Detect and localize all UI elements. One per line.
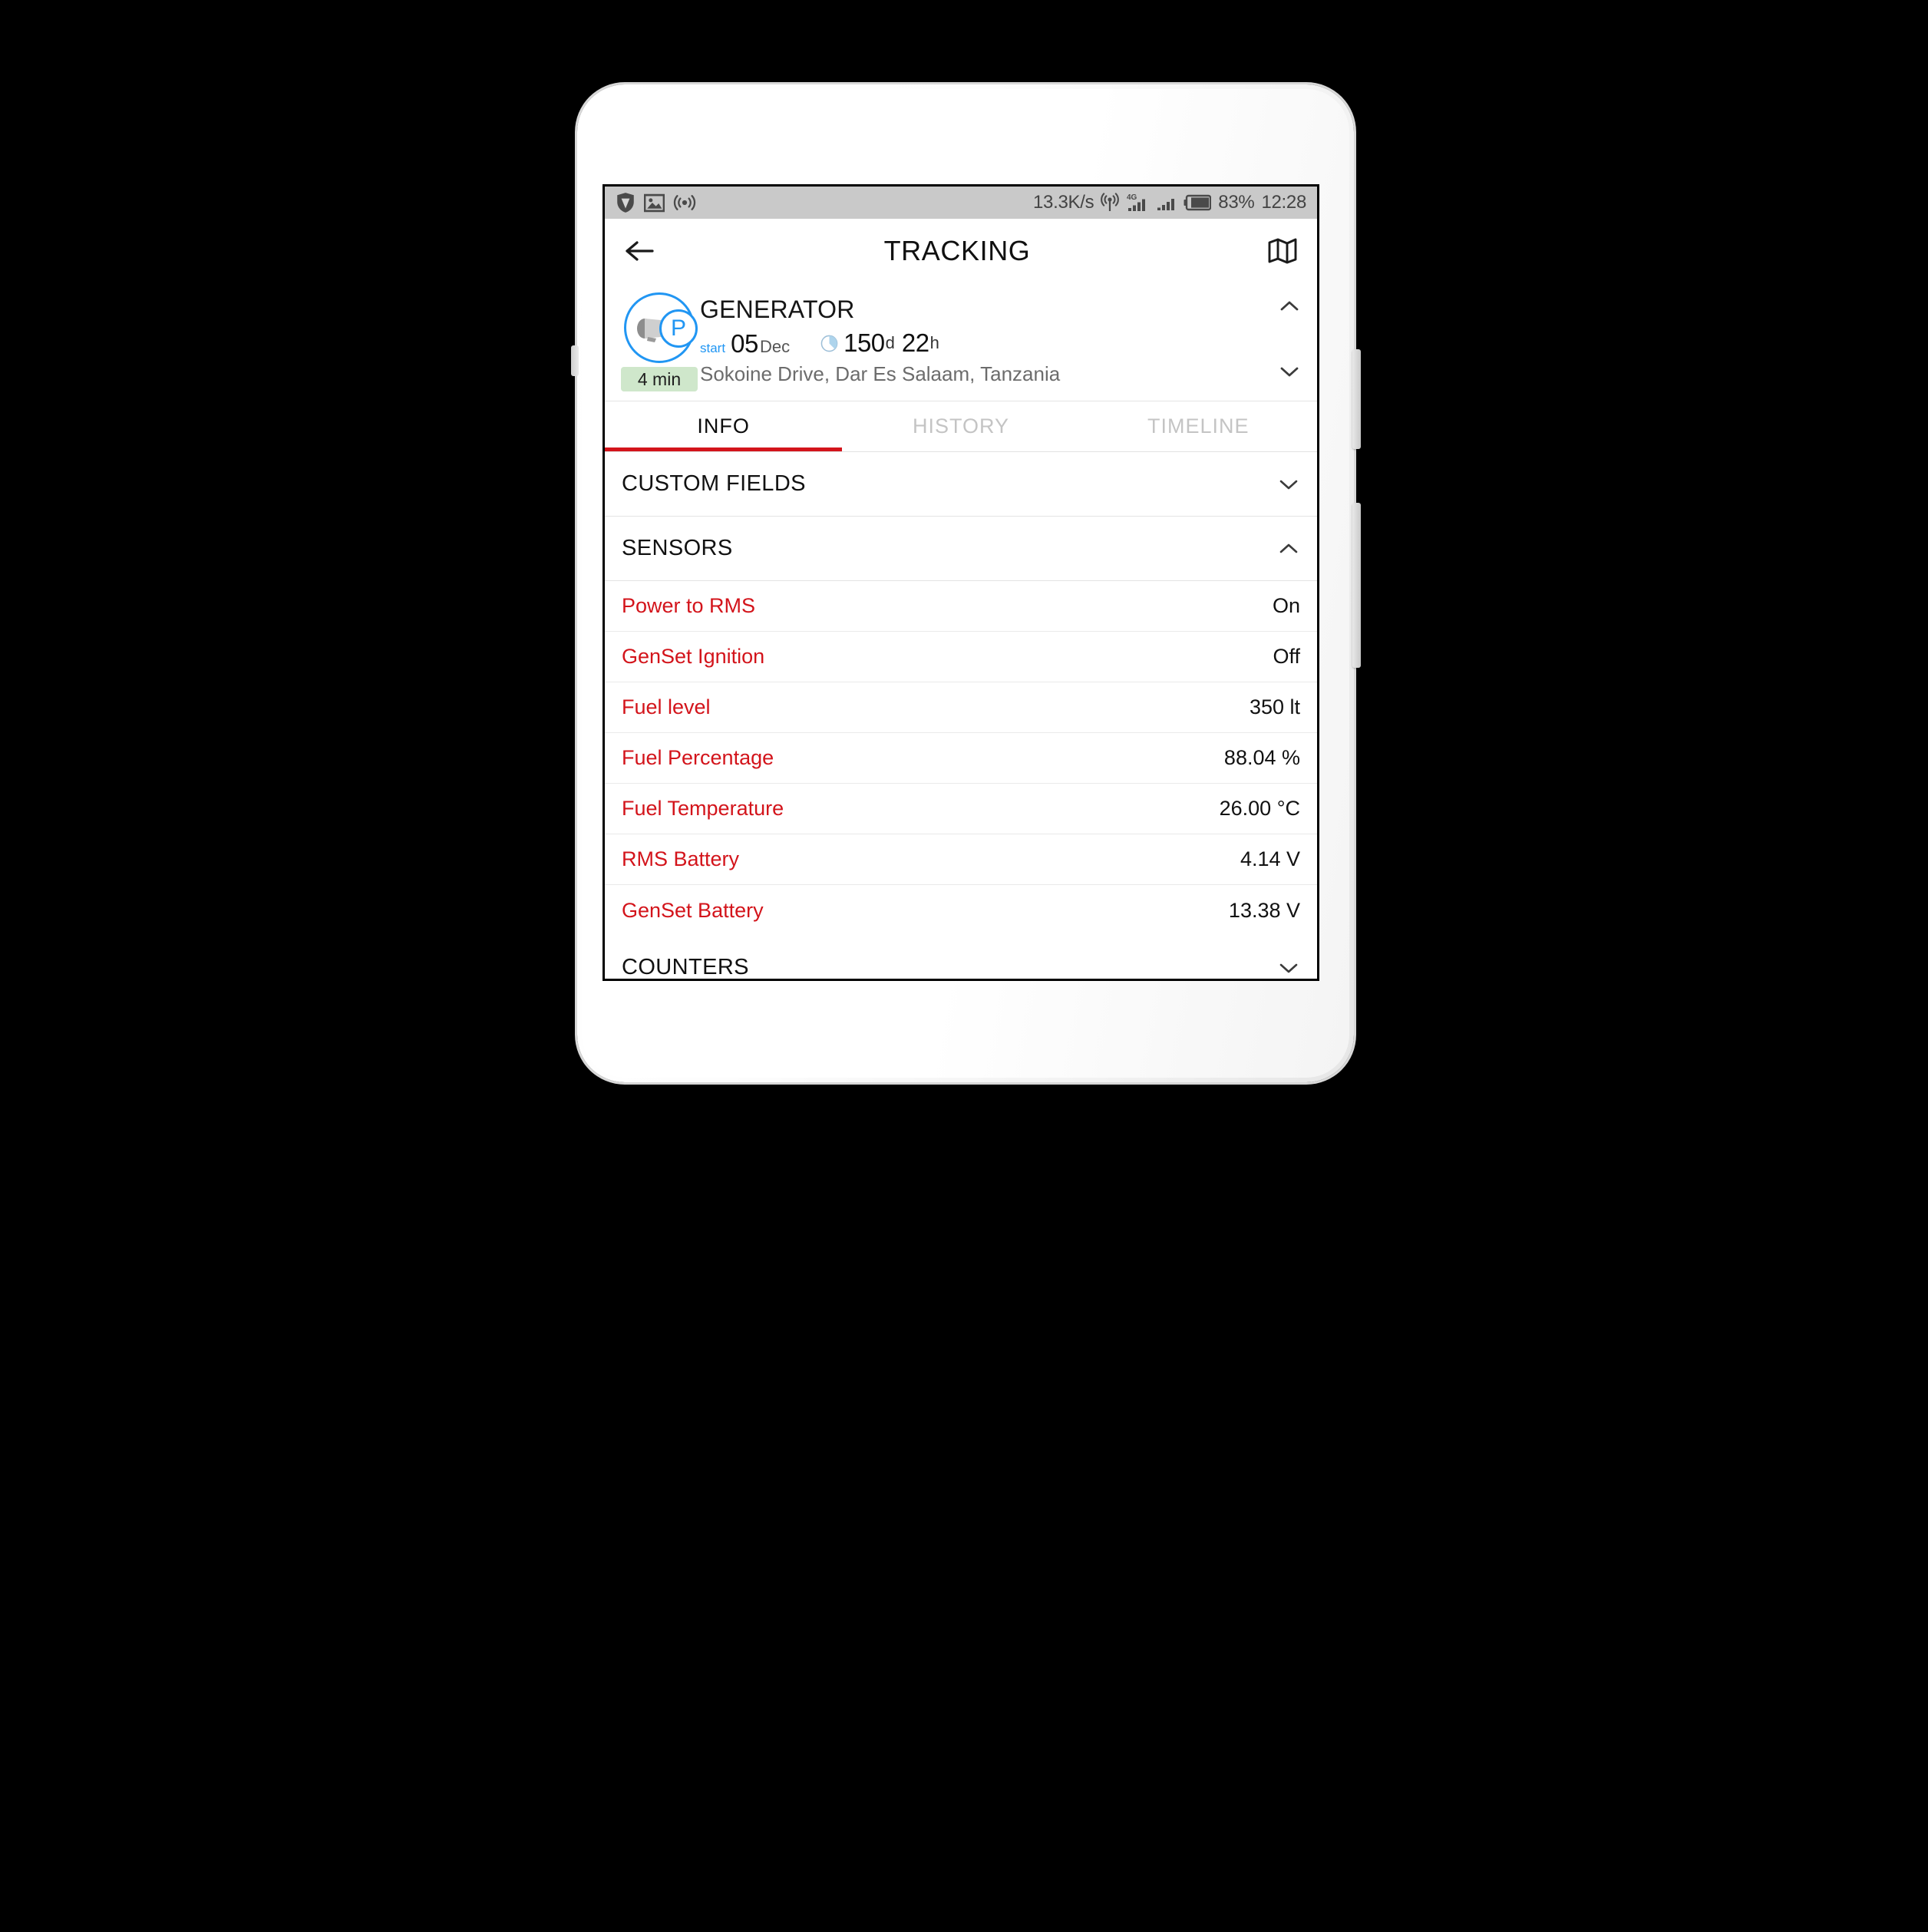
table-row[interactable]: Fuel Percentage 88.04 % [605,733,1317,784]
table-row[interactable]: Fuel level 350 lt [605,682,1317,733]
status-bar-left-icons [616,192,696,213]
chevron-down-icon [1277,956,1300,979]
pie-clock-icon [820,335,838,352]
signal-4g-icon: 4G [1127,193,1146,211]
status-bar-right-icons: 13.3K/s 4G 83% 12:28 [1033,192,1306,213]
battery-icon [1184,194,1212,211]
sensor-label: Fuel Percentage [622,746,774,769]
status-bar: 13.3K/s 4G 83% 12:28 [605,187,1317,219]
chevron-down-icon [1277,473,1300,496]
shield-icon [617,193,634,213]
hotspot-icon [1101,193,1120,211]
section-label-counters: COUNTERS [622,955,749,979]
sensor-value: Off [1273,645,1300,668]
broadcast-icon [673,195,696,210]
sensor-value: 13.38 V [1228,898,1300,922]
sensor-value: On [1272,594,1300,617]
chevron-down-icon[interactable] [1278,364,1301,379]
svg-text:4G: 4G [1127,193,1137,202]
avatar[interactable]: P [624,292,698,363]
duration-hours: 22 [901,329,929,357]
table-row[interactable]: Power to RMS On [605,581,1317,632]
section-label-custom-fields: CUSTOM FIELDS [622,471,806,496]
power-button[interactable] [1352,503,1361,668]
device-avatar-column: P 4 min [619,289,700,391]
table-row[interactable]: GenSet Battery 13.38 V [605,885,1317,936]
clock-text: 12:28 [1261,192,1306,213]
sensor-value: 4.14 V [1240,847,1300,870]
image-icon [644,193,665,212]
sensor-value: 26.00 °C [1219,797,1300,820]
device-summary-card[interactable]: P 4 min GENERATOR start 05 Dec 150 d 22 … [605,283,1317,401]
section-header-counters[interactable]: COUNTERS [605,936,1317,979]
chevron-up-icon [1277,537,1300,560]
parking-status-badge: P [659,309,698,348]
table-row[interactable]: Fuel Temperature 26.00 °C [605,784,1317,834]
sensor-value: 350 lt [1249,695,1300,718]
duration-group: 150 d 22 h [820,329,939,358]
sensors-list: Power to RMS On GenSet Ignition Off Fuel… [605,581,1317,936]
app-bar: TRACKING [605,219,1317,283]
start-month: Dec [759,336,791,356]
tab-history[interactable]: HISTORY [842,401,1079,451]
tab-bar: INFO HISTORY TIMELINE [605,401,1317,452]
device-meta-row: start 05 Dec 150 d 22 h [700,329,1274,358]
volume-button[interactable] [1352,349,1361,449]
sensor-label: GenSet Ignition [622,645,765,668]
map-button[interactable] [1265,233,1300,269]
sensor-label: Power to RMS [622,594,756,617]
page-title: TRACKING [883,235,1031,266]
sensor-label: RMS Battery [622,847,740,870]
duration-days-unit: d [885,333,895,352]
sensor-label: Fuel Temperature [622,797,784,820]
device-address: Sokoine Drive, Dar Es Salaam, Tanzania [700,362,1061,385]
section-header-sensors[interactable]: SENSORS [605,517,1317,581]
sensor-value: 88.04 % [1223,746,1300,769]
map-icon [1268,238,1297,264]
left-side-button[interactable] [571,345,579,376]
table-row[interactable]: GenSet Ignition Off [605,632,1317,682]
device-card-chevrons [1274,289,1305,391]
device-info-column: GENERATOR start 05 Dec 150 d 22 h Sokoin… [700,289,1274,391]
start-label: start [700,340,726,355]
chevron-up-icon[interactable] [1278,299,1301,314]
device-name: GENERATOR [700,296,855,323]
signal-icon [1157,198,1175,210]
duration-hours-unit: h [929,333,939,352]
tab-info[interactable]: INFO [605,401,843,451]
data-rate-text: 13.3K/s [1033,192,1094,213]
battery-percent-text: 83% [1218,192,1255,213]
start-day: 05 [731,329,758,358]
duration-days: 150 [844,329,885,357]
phone-screen: 13.3K/s 4G 83% 12:28 TRACKING P 4 min GE… [602,184,1319,981]
section-header-custom-fields[interactable]: CUSTOM FIELDS [605,452,1317,517]
table-row[interactable]: RMS Battery 4.14 V [605,834,1317,885]
idle-duration-badge: 4 min [621,367,698,391]
tab-timeline[interactable]: TIMELINE [1080,401,1317,451]
section-label-sensors: SENSORS [622,536,733,560]
sensor-label: GenSet Battery [622,898,764,922]
sensor-label: Fuel level [622,695,711,718]
